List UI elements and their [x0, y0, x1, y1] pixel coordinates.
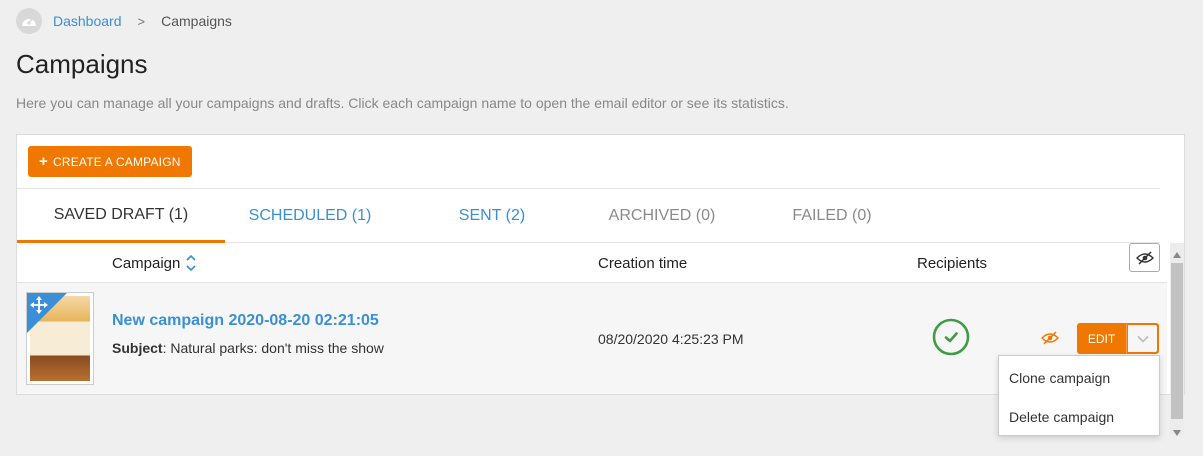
- tab-saved-draft[interactable]: SAVED DRAFT (1): [17, 189, 225, 243]
- campaign-tabs: SAVED DRAFT (1) SCHEDULED (1) SENT (2) A…: [17, 188, 1160, 243]
- campaign-thumbnail[interactable]: [26, 292, 94, 385]
- page-title: Campaigns: [16, 49, 148, 79]
- table-header: Campaign Creation time Recipients: [17, 243, 1167, 283]
- vertical-scrollbar[interactable]: [1170, 243, 1184, 436]
- campaign-subject: Subject: Natural parks: don't miss the s…: [112, 340, 384, 356]
- page-description: Here you can manage all your campaigns a…: [16, 95, 789, 111]
- plus-icon: +: [39, 153, 48, 170]
- edit-button-group: EDIT: [1077, 323, 1159, 354]
- subject-label: Subject: [112, 340, 163, 356]
- tab-failed[interactable]: FAILED (0): [757, 189, 907, 243]
- clone-campaign-menu-item[interactable]: Clone campaign: [1009, 370, 1110, 386]
- column-creation-time: Creation time: [598, 254, 688, 272]
- campaign-actions-menu: Clone campaign Delete campaign: [998, 355, 1160, 436]
- move-icon[interactable]: [30, 296, 48, 319]
- chevron-down-icon: [1136, 335, 1149, 343]
- campaign-name-link[interactable]: New campaign 2020-08-20 02:21:05: [112, 312, 379, 330]
- creation-time: 08/20/2020 4:25:23 PM: [598, 331, 744, 347]
- breadcrumb: Dashboard > Campaigns: [16, 7, 232, 35]
- sort-icon[interactable]: [186, 254, 196, 272]
- delete-campaign-menu-item[interactable]: Delete campaign: [1009, 409, 1114, 425]
- subject-value: : Natural parks: don't miss the show: [162, 340, 384, 356]
- breadcrumb-current: Campaigns: [161, 13, 232, 29]
- scrollbar-thumb[interactable]: [1171, 263, 1183, 419]
- dashboard-gauge-icon[interactable]: [16, 8, 42, 34]
- column-campaign-label: Campaign: [112, 254, 181, 272]
- breadcrumb-separator: >: [137, 13, 146, 29]
- tab-archived[interactable]: ARCHIVED (0): [577, 189, 747, 243]
- breadcrumb-dashboard-link[interactable]: Dashboard: [53, 13, 122, 29]
- column-recipients: Recipients: [917, 254, 988, 272]
- edit-dropdown-toggle[interactable]: [1126, 323, 1159, 354]
- edit-button[interactable]: EDIT: [1077, 323, 1126, 354]
- column-campaign[interactable]: Campaign: [112, 243, 196, 283]
- column-visibility-toggle[interactable]: [1129, 243, 1160, 272]
- tab-sent[interactable]: SENT (2): [417, 189, 567, 243]
- tab-scheduled[interactable]: SCHEDULED (1): [225, 189, 395, 243]
- scroll-down-arrow-icon[interactable]: [1173, 423, 1181, 441]
- scroll-up-arrow-icon[interactable]: [1173, 245, 1181, 263]
- check-circle-icon: [932, 318, 970, 356]
- create-campaign-label: CREATE A CAMPAIGN: [52, 154, 181, 169]
- table-row: New campaign 2020-08-20 02:21:05 Subject…: [17, 283, 1167, 394]
- eye-slash-icon: [1135, 250, 1154, 265]
- create-campaign-button[interactable]: + CREATE A CAMPAIGN: [28, 146, 192, 177]
- hide-preview-icon[interactable]: [1041, 331, 1059, 350]
